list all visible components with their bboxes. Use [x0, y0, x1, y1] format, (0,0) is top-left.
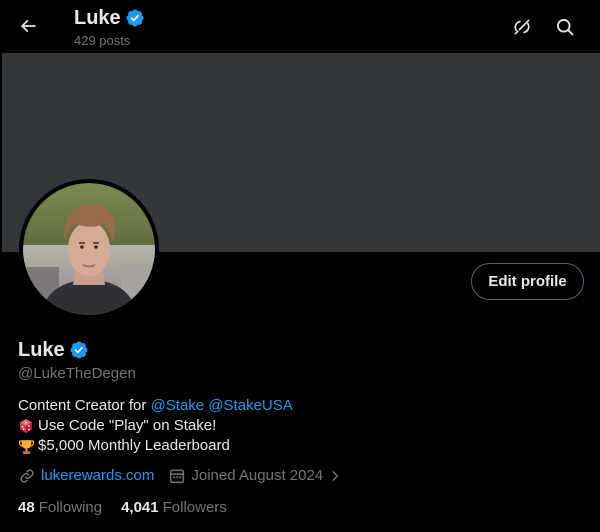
- grok-icon: [514, 19, 530, 35]
- avatar-photo: [23, 183, 155, 315]
- following-count: 48: [18, 499, 35, 516]
- bio-line-1: Content Creator for @Stake @StakeUSA: [18, 396, 293, 416]
- arrow-left-icon: [20, 19, 36, 33]
- chevron-right-icon: [332, 471, 339, 481]
- website-item: lukerewards.com: [18, 466, 154, 486]
- joined-date: Joined August 2024: [191, 467, 324, 484]
- bio-text: Use Code "Play" on Stake!: [38, 417, 217, 434]
- following-label: Following: [38, 499, 103, 516]
- link-icon: [20, 469, 34, 483]
- search-button[interactable]: [552, 14, 578, 40]
- back-button[interactable]: [14, 12, 42, 40]
- profile-avatar[interactable]: [19, 179, 159, 319]
- top-bar: Luke 429 posts: [0, 0, 600, 53]
- profile-name: Luke: [18, 339, 65, 361]
- following-link[interactable]: 48 Following: [18, 498, 102, 518]
- dice-emoji: [18, 416, 38, 436]
- verified-badge-icon: [126, 9, 144, 27]
- verified-badge-icon[interactable]: [69, 340, 89, 360]
- follow-stats: 48 Following 4,041 Followers: [18, 498, 246, 518]
- mention-link[interactable]: @StakeUSA: [208, 396, 292, 416]
- mention-link[interactable]: @Stake: [151, 396, 205, 416]
- trophy-emoji: [18, 436, 38, 456]
- grok-button[interactable]: [509, 14, 535, 40]
- search-icon: [557, 19, 574, 36]
- bio-text: $5,000 Monthly Leaderboard: [38, 437, 230, 454]
- followers-count: 4,041: [121, 499, 159, 516]
- calendar-icon: [170, 469, 185, 484]
- followers-link[interactable]: 4,041 Followers: [121, 498, 227, 518]
- joined-date-item[interactable]: Joined August 2024: [168, 466, 342, 486]
- header-title: Luke: [74, 7, 121, 29]
- profile-meta: lukerewards.com Joined August 2024: [18, 466, 356, 486]
- bio-text: Content Creator for: [18, 397, 151, 414]
- edit-profile-button[interactable]: Edit profile: [471, 263, 584, 300]
- bio-line-2: Use Code "Play" on Stake!: [18, 416, 293, 436]
- followers-label: Followers: [162, 499, 227, 516]
- bio-line-3: $5,000 Monthly Leaderboard: [18, 436, 293, 456]
- profile-bio: Content Creator for @Stake @StakeUSA Use…: [18, 396, 293, 456]
- profile-handle: @LukeTheDegen: [18, 365, 136, 382]
- profile-name-row: Luke: [18, 338, 89, 362]
- website-link[interactable]: lukerewards.com: [41, 466, 154, 486]
- header-title-group: Luke 429 posts: [74, 6, 145, 49]
- post-count: 429 posts: [74, 33, 131, 48]
